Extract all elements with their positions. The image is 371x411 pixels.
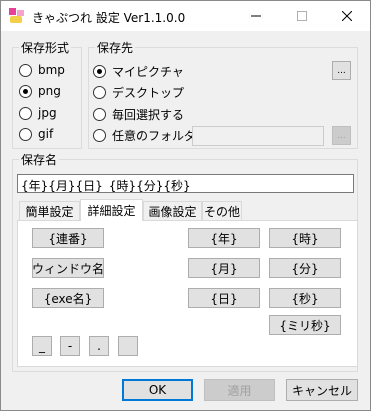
filename-pattern-input[interactable]: {年}{月}{日}_{時}{分}{秒}	[17, 174, 354, 193]
radio-label: jpg	[38, 106, 57, 120]
apply-button: 適用	[204, 379, 275, 401]
radio-circle[interactable]	[93, 129, 106, 142]
radio-label: gif	[38, 127, 54, 141]
app-icon	[9, 8, 25, 24]
mypictures-browse-button[interactable]: ...	[332, 61, 351, 80]
close-icon	[342, 11, 352, 21]
window-title: きゃぷつれ 設定 Ver1.1.0.0	[32, 11, 186, 25]
radio-label: 任意のフォルダ	[112, 129, 197, 143]
radio-circle[interactable]	[93, 65, 106, 78]
token-day-button[interactable]: {日}	[188, 288, 260, 308]
format-group-title: 保存形式	[19, 39, 72, 56]
dest-radio-ask-every-time[interactable]: 毎回選択する	[93, 106, 184, 123]
token-month-button[interactable]: {月}	[188, 258, 260, 278]
maximize-button	[279, 1, 325, 31]
radio-label: bmp	[38, 63, 65, 77]
destination-group-title: 保存先	[95, 39, 136, 56]
dest-radio-custom-folder[interactable]: 任意のフォルダ	[93, 127, 196, 144]
radio-label: デスクトップ	[112, 86, 185, 100]
radio-circle[interactable]	[93, 108, 106, 121]
token-hour-button[interactable]: {時}	[269, 228, 341, 248]
radio-label: 毎回選択する	[112, 108, 185, 122]
minimize-icon	[251, 15, 261, 17]
token-second-button[interactable]: {秒}	[269, 288, 341, 308]
format-radio-bmp[interactable]: bmp	[19, 63, 65, 77]
format-radio-png[interactable]: png	[19, 84, 61, 98]
token-millisecond-button[interactable]: {ミリ秒}	[269, 315, 341, 335]
separator-hyphen-button[interactable]: -	[60, 336, 80, 356]
separator-underscore-button[interactable]: _	[32, 336, 52, 356]
radio-circle[interactable]	[19, 84, 32, 98]
ok-button[interactable]: OK	[122, 379, 193, 401]
format-radio-jpg[interactable]: jpg	[19, 106, 57, 120]
cancel-button[interactable]: キャンセル	[286, 379, 358, 401]
token-window-name-button[interactable]: {ウィンドウ名}	[32, 258, 104, 278]
token-minute-button[interactable]: {分}	[269, 258, 341, 278]
token-serial-button[interactable]: {連番}	[32, 228, 104, 248]
custom-folder-browse-button: ...	[332, 126, 351, 145]
title-bar: きゃぷつれ 設定 Ver1.1.0.0	[1, 1, 370, 31]
tab-advanced[interactable]: 詳細設定	[80, 199, 143, 221]
tab-image[interactable]: 画像設定	[143, 201, 202, 220]
radio-circle[interactable]	[93, 86, 106, 99]
separator-space-button[interactable]	[118, 336, 138, 356]
radio-label: マイピクチャ	[112, 65, 184, 79]
format-radio-gif[interactable]: gif	[19, 127, 53, 141]
custom-folder-input	[192, 126, 324, 146]
tab-simple[interactable]: 簡単設定	[19, 201, 80, 220]
settings-window: きゃぷつれ 設定 Ver1.1.0.0 保存形式 bmp png jpg gif…	[0, 0, 371, 411]
radio-circle[interactable]	[19, 106, 32, 120]
minimize-button[interactable]	[233, 1, 279, 31]
close-button[interactable]	[324, 1, 370, 31]
radio-label: png	[38, 84, 61, 98]
radio-circle[interactable]	[19, 63, 32, 77]
dest-radio-desktop[interactable]: デスクトップ	[93, 84, 184, 101]
maximize-icon	[297, 11, 307, 21]
token-year-button[interactable]: {年}	[188, 228, 260, 248]
filename-group-title: 保存名	[19, 151, 60, 168]
token-exe-name-button[interactable]: {exe名}	[32, 288, 104, 308]
tab-other[interactable]: その他	[202, 201, 242, 220]
radio-circle[interactable]	[19, 127, 32, 141]
dest-radio-mypictures[interactable]: マイピクチャ	[93, 63, 184, 80]
separator-dot-button[interactable]: .	[89, 336, 109, 356]
